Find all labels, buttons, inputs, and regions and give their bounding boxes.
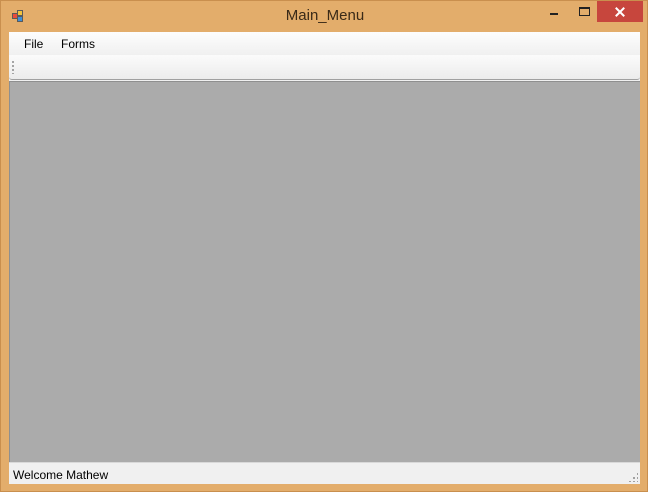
main-window: Main_Menu File Forms Welcome Mathew [0,0,648,492]
menu-item-file[interactable]: File [24,37,43,51]
status-label: Welcome Mathew [13,468,109,482]
menu-bar: File Forms [9,32,640,55]
toolstrip-grip-icon[interactable] [12,60,14,74]
minimize-icon[interactable] [541,1,567,22]
mdi-container[interactable] [9,81,640,462]
size-grip-icon[interactable] [628,472,638,482]
maximize-icon[interactable] [571,1,597,22]
menu-item-forms[interactable]: Forms [61,37,95,51]
title-bar[interactable]: Main_Menu [1,1,647,31]
close-icon[interactable] [597,1,643,22]
tool-strip [9,55,640,80]
status-bar: Welcome Mathew [9,462,640,484]
client-area: File Forms Welcome Mathew [9,32,640,484]
